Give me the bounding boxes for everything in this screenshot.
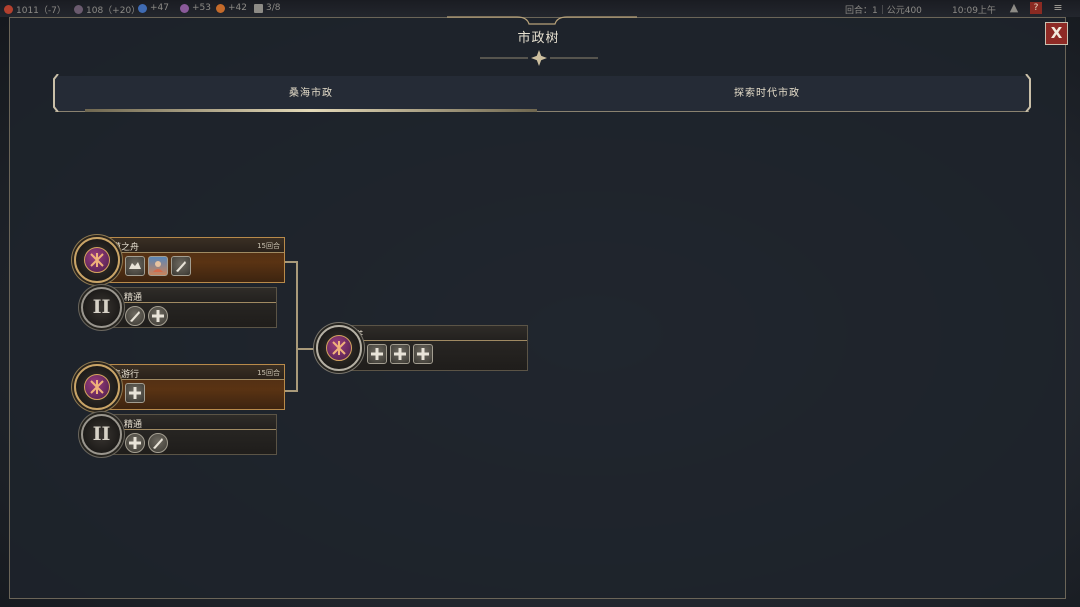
civic-medal — [316, 325, 362, 371]
civic-turns: 15回合 — [257, 369, 280, 377]
clock: 10:09上午 — [952, 6, 996, 16]
mastery-numeral: II — [92, 423, 111, 445]
civic-node-header: 沙漠之舟 15回合 — [97, 238, 284, 253]
gold-resource[interactable]: 1011（-7） — [4, 3, 66, 16]
settlement-resource[interactable]: 3/8 — [254, 3, 280, 13]
civic-node-header: 坎塔 — [339, 326, 527, 341]
culture-icon — [180, 3, 189, 13]
influence-icon — [74, 5, 83, 14]
influence-value: 108（+20） — [86, 6, 141, 16]
caravan-icon[interactable] — [125, 256, 145, 276]
civic-medal — [74, 364, 120, 410]
mastery-medal: II — [81, 414, 122, 455]
civic-node-desert-ship-mastery[interactable]: 精通 II — [81, 287, 277, 329]
mastery-node-bar: 精通 — [101, 414, 277, 455]
resource-bar: 1011（-7） 108（+20） +47 +53 +42 3/8 回合：1｜公… — [0, 0, 1080, 17]
science-resource[interactable]: +47 — [138, 3, 169, 13]
civic-emblem-icon — [84, 374, 110, 400]
turn-label: 回合：1｜公元400 — [845, 6, 922, 16]
settlement-value: 3/8 — [266, 3, 281, 13]
influence-resource[interactable]: 108（+20） — [74, 3, 140, 16]
culture-resource[interactable]: +53 — [180, 3, 211, 13]
mastery-numeral: II — [92, 296, 111, 318]
quill-icon[interactable] — [171, 256, 191, 276]
plus-icon[interactable] — [148, 306, 168, 326]
culture-value: +53 — [192, 3, 211, 13]
civic-emblem-icon — [326, 335, 352, 361]
civic-unlocks — [125, 256, 191, 276]
civic-node-bar: 坎塔 — [338, 325, 528, 371]
plus-icon[interactable] — [367, 344, 387, 364]
happiness-value: +42 — [228, 3, 247, 13]
mastery-medal: II — [81, 287, 122, 328]
settlement-icon — [254, 3, 263, 13]
menu-icon[interactable]: ≡ — [1052, 2, 1064, 14]
mastery-name: 精通 — [124, 420, 143, 430]
plus-icon[interactable] — [390, 344, 410, 364]
mastery-node-header: 精通 — [102, 288, 276, 303]
civic-node-bar: 沙漠之舟 15回合 — [96, 237, 285, 283]
science-value: +47 — [150, 3, 169, 13]
civic-node-gathering-mastery[interactable]: 精通 II — [81, 414, 277, 456]
plus-icon[interactable] — [413, 344, 433, 364]
mastery-node-header: 精通 — [102, 415, 276, 430]
mastery-node-bar: 精通 — [101, 287, 277, 328]
civic-turns: 15回合 — [257, 242, 280, 250]
civic-node-header: 聚集游行 15回合 — [97, 365, 284, 380]
mastery-name: 精通 — [124, 293, 143, 303]
science-icon — [138, 3, 147, 13]
help-icon[interactable]: ? — [1030, 2, 1042, 14]
civics-tree-window: 市政树 X 桑海市政 探索时代市政 沙漠之舟 15回合 精通 II 聚集游行 1… — [9, 16, 1068, 599]
civic-unlocks — [367, 344, 433, 364]
civic-emblem-icon — [84, 247, 110, 273]
portrait-icon[interactable] — [148, 256, 168, 276]
civic-node-kanta[interactable]: 坎塔 — [316, 325, 528, 373]
civic-node-desert-ship[interactable]: 沙漠之舟 15回合 — [74, 237, 285, 285]
gold-value: 1011（-7） — [16, 6, 66, 16]
civic-node-gathering-procession[interactable]: 聚集游行 15回合 — [74, 364, 285, 412]
mastery-unlocks — [125, 433, 168, 453]
quill-icon[interactable] — [125, 306, 145, 326]
plus-icon[interactable] — [125, 433, 145, 453]
happiness-resource[interactable]: +42 — [216, 3, 247, 13]
mastery-unlocks — [125, 306, 168, 326]
plus-icon[interactable] — [125, 383, 145, 403]
civic-node-bar: 聚集游行 15回合 — [96, 364, 285, 410]
happiness-icon — [216, 3, 225, 13]
civic-medal — [74, 237, 120, 283]
quill-icon[interactable] — [148, 433, 168, 453]
civic-unlocks — [125, 383, 145, 403]
gold-icon — [4, 5, 13, 14]
report-icon[interactable]: ▲ — [1008, 2, 1020, 14]
